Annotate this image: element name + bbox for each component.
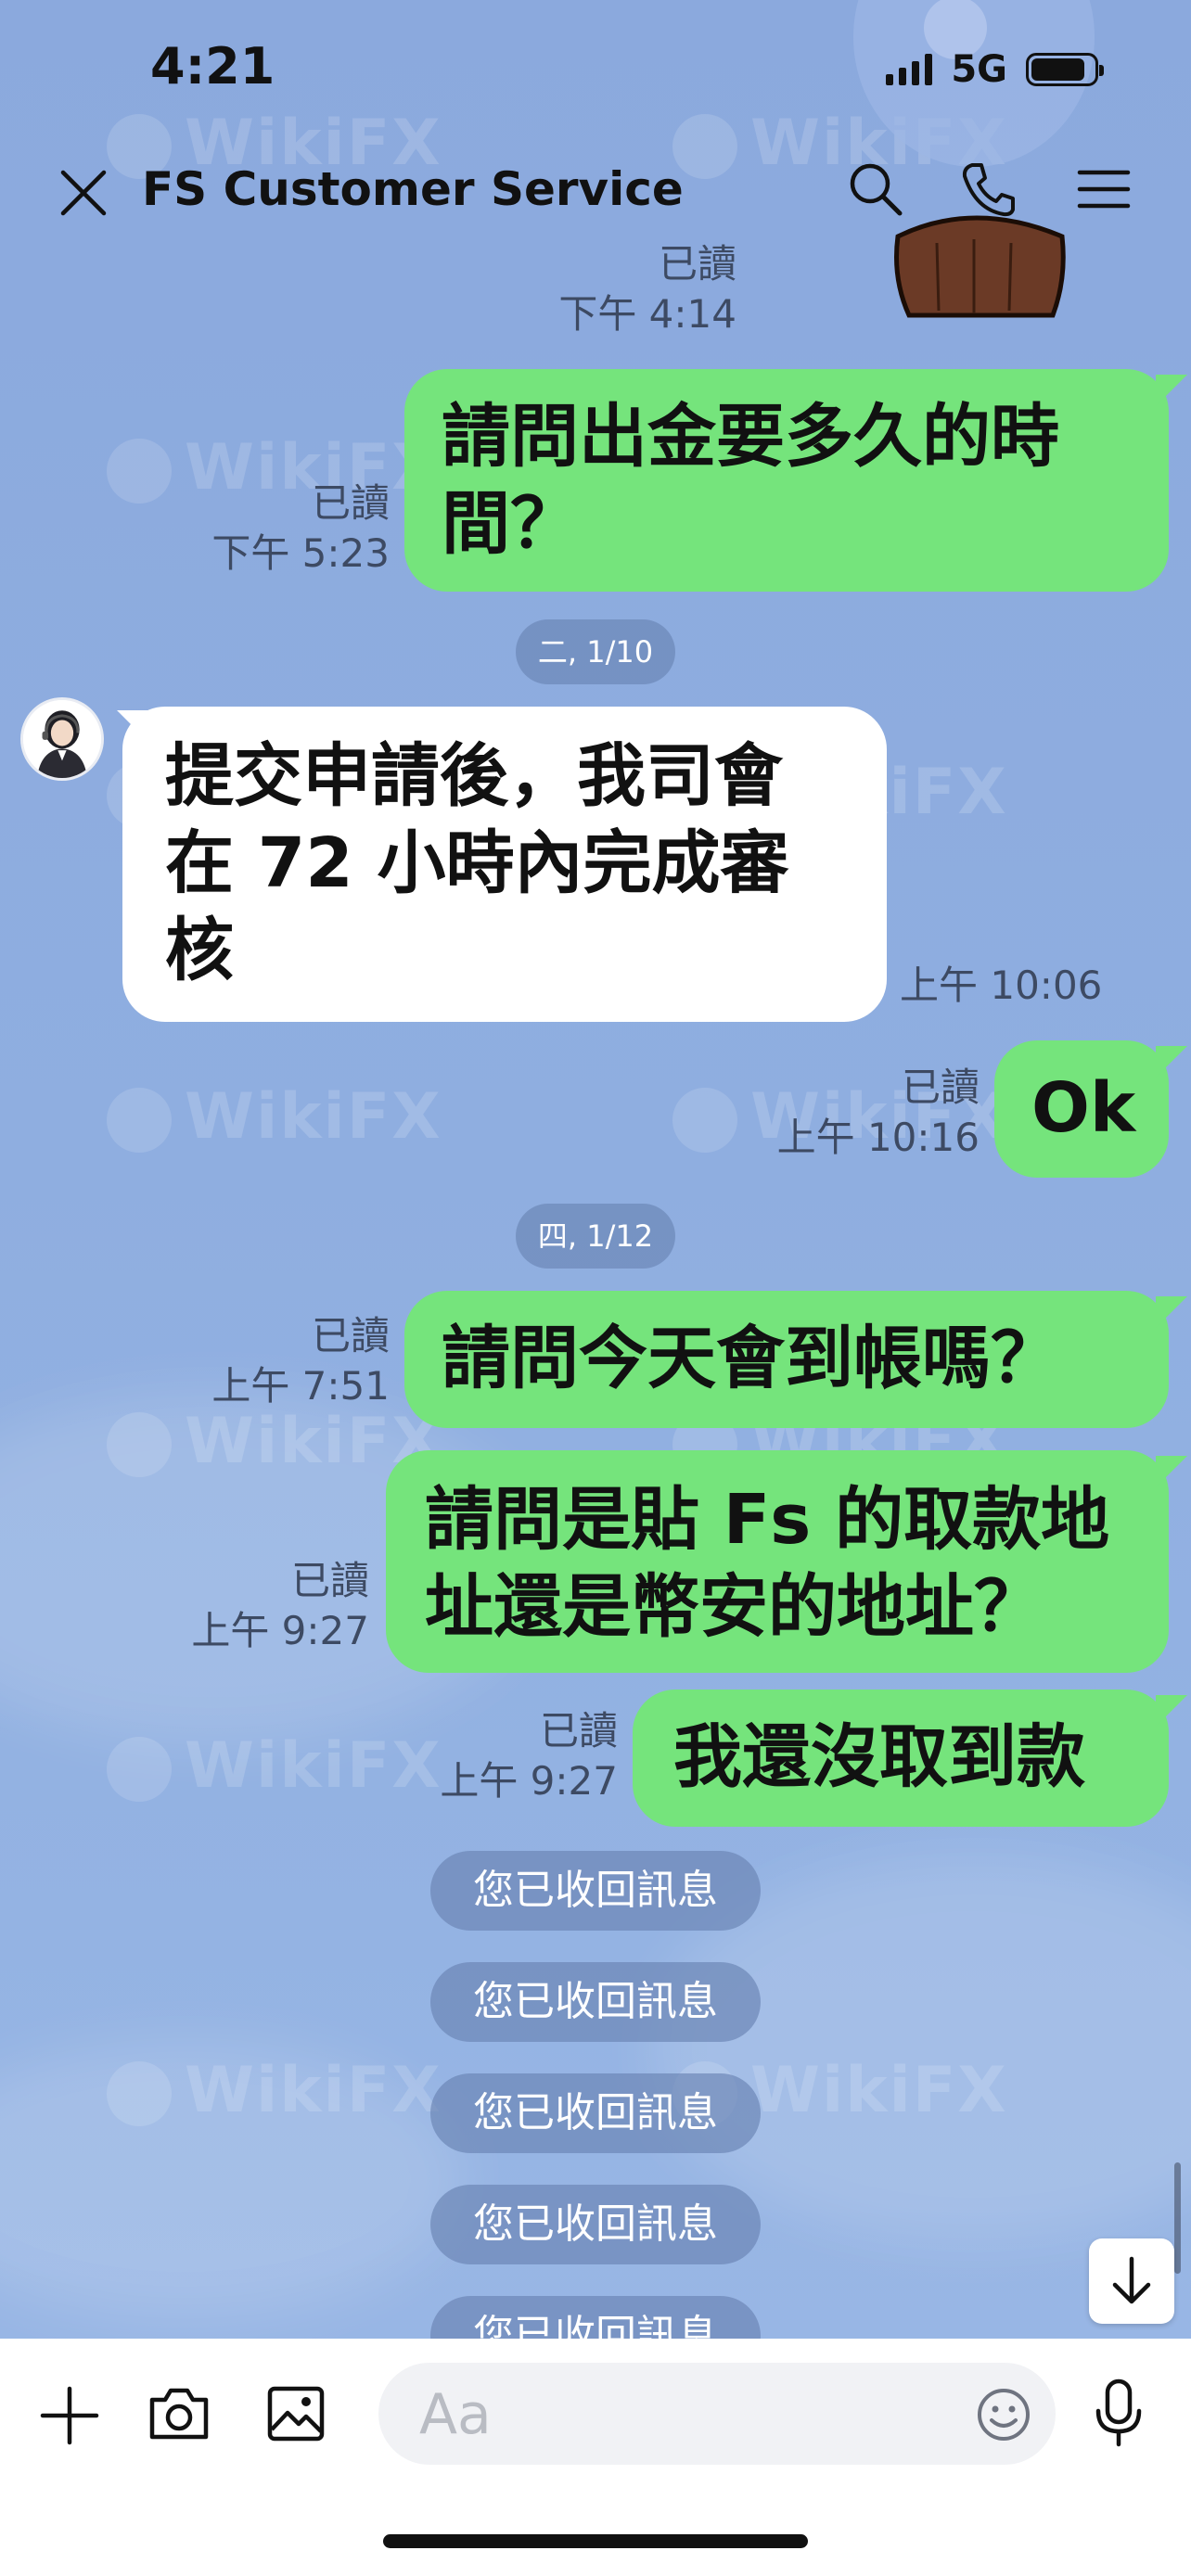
message-line: 提交申請後，我司會	[165, 736, 783, 816]
chat-title: FS Customer Service	[142, 162, 684, 216]
read-receipt: 已讀	[311, 480, 390, 526]
read-receipt: 已讀	[658, 241, 736, 287]
message-meta: 已讀 上午 9:27	[121, 1556, 369, 1656]
message-time: 上午 7:51	[211, 1363, 390, 1409]
message-meta: 已讀 上午 9:27	[390, 1706, 618, 1806]
message-meta: 已讀 下午 4:14	[557, 239, 736, 339]
scrollbar[interactable]	[1174, 2162, 1181, 2274]
watermark: WikiFX	[107, 2054, 442, 2127]
message-line: 請問今天會到帳嗎？	[442, 1319, 1059, 1398]
bubble-tail	[1156, 375, 1187, 406]
message-time: 上午 9:27	[440, 1758, 618, 1804]
close-icon[interactable]	[58, 167, 109, 219]
date-divider: 二, 1/10	[516, 619, 675, 684]
message-input-container	[378, 2363, 1056, 2467]
bubble-tail	[1156, 1456, 1187, 1487]
status-time: 4:21	[150, 37, 275, 96]
message-line: 請問出金要多久的時	[442, 397, 1059, 477]
message-line: 在 72 小時內完成審	[165, 823, 789, 903]
read-receipt: 已讀	[901, 1065, 980, 1110]
bubble-tail	[1156, 1046, 1187, 1078]
read-receipt: 已讀	[290, 1558, 369, 1603]
search-icon[interactable]	[846, 159, 905, 219]
signal-icon	[886, 54, 933, 85]
plus-icon[interactable]	[39, 2385, 100, 2446]
message-meta: 已讀 下午 5:23	[139, 478, 390, 579]
message-meta: 已讀 上午 10:16	[714, 1063, 980, 1163]
scroll-to-bottom-button[interactable]	[1089, 2238, 1174, 2324]
emoji-icon[interactable]	[976, 2387, 1031, 2442]
camera-icon[interactable]	[147, 2383, 211, 2444]
read-receipt: 已讀	[311, 1313, 390, 1358]
outgoing-message[interactable]: 請問是貼 Fs 的取款地 址還是幣安的地址？	[386, 1450, 1169, 1673]
incoming-message[interactable]: 提交申請後，我司會 在 72 小時內完成審 核	[122, 707, 887, 1022]
date-divider: 四, 1/12	[516, 1204, 675, 1269]
network-type: 5G	[951, 48, 1007, 91]
recalled-notice: 您已收回訊息	[430, 2185, 761, 2264]
recalled-notice: 您已收回訊息	[430, 1851, 761, 1931]
message-time: 上午 9:27	[191, 1608, 369, 1653]
outgoing-message[interactable]: 我還沒取到款	[633, 1690, 1169, 1827]
message-meta: 已讀 上午 7:51	[139, 1311, 390, 1411]
outgoing-message[interactable]: 請問今天會到帳嗎？	[404, 1291, 1169, 1428]
message-line: 請問是貼 Fs 的取款地	[425, 1480, 1110, 1560]
agent-avatar[interactable]	[20, 697, 104, 781]
mic-icon[interactable]	[1091, 2376, 1146, 2450]
menu-icon[interactable]	[1074, 159, 1133, 219]
bubble-tail	[1156, 1695, 1187, 1727]
message-line: 我還沒取到款	[673, 1717, 1085, 1797]
message-time: 下午 4:14	[558, 291, 736, 337]
message-line: Ok	[1031, 1068, 1136, 1148]
message-time: 下午 5:23	[211, 530, 390, 576]
outgoing-message[interactable]: Ok	[994, 1040, 1169, 1178]
bubble-tail	[1156, 1296, 1187, 1328]
watermark: WikiFX	[107, 1405, 442, 1478]
message-line: 核	[165, 911, 234, 990]
phone-icon[interactable]	[959, 159, 1018, 219]
battery-icon	[1026, 53, 1104, 86]
message-time: 上午 10:16	[776, 1115, 980, 1160]
message-time: 上午 10:06	[900, 963, 1103, 1008]
status-indicators: 5G	[886, 48, 1104, 91]
recalled-notice: 您已收回訊息	[430, 2073, 761, 2153]
outgoing-message[interactable]: 請問出金要多久的時 間？	[404, 369, 1169, 592]
chat-screen: WikiFX WikiFX WikiFX WikiFX WikiFX WikiF…	[0, 0, 1191, 2576]
message-input[interactable]	[417, 2363, 941, 2467]
message-line: 址還是幣安的地址？	[425, 1567, 1043, 1647]
recalled-notice: 您已收回訊息	[430, 1962, 761, 2042]
watermark: WikiFX	[107, 1080, 442, 1154]
read-receipt: 已讀	[539, 1708, 618, 1753]
image-icon[interactable]	[265, 2383, 327, 2444]
message-line: 間？	[442, 484, 579, 564]
home-indicator[interactable]	[383, 2534, 808, 2548]
arrow-down-icon	[1112, 2256, 1151, 2304]
